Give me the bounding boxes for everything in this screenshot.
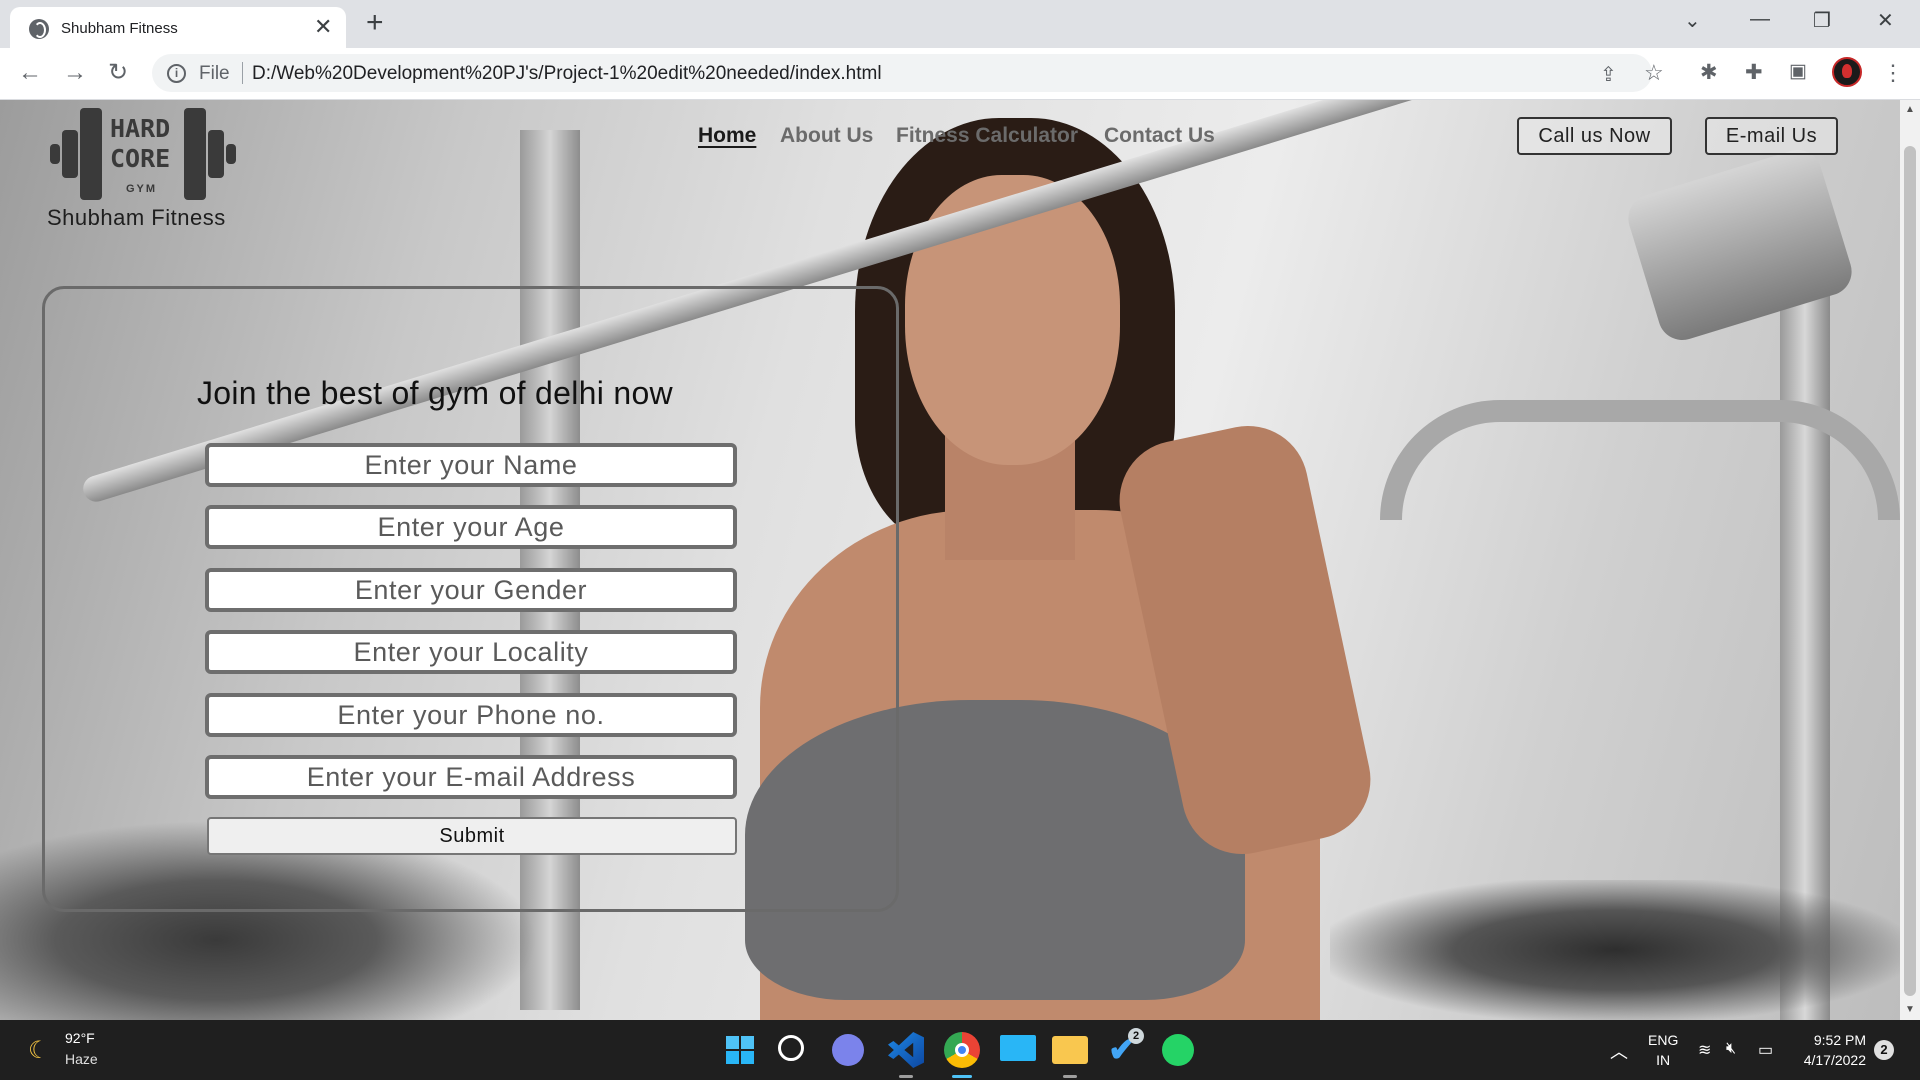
system-clock[interactable]: 9:52 PM 4/17/2022 xyxy=(1796,1030,1866,1070)
share-icon[interactable]: ⇪ xyxy=(1600,62,1617,87)
show-hidden-icons-chevron-icon[interactable]: ︿ xyxy=(1610,1038,1628,1064)
info-icon[interactable]: i xyxy=(167,64,186,83)
call-us-button[interactable]: Call us Now xyxy=(1517,117,1672,155)
dumbbell-plate xyxy=(80,108,102,200)
bookmark-star-icon[interactable]: ☆ xyxy=(1644,60,1664,86)
dumbbell-plate xyxy=(184,108,206,200)
url-text[interactable]: D:/Web%20Development%20PJ's/Project-1%20… xyxy=(252,63,882,85)
address-bar[interactable]: i File D:/Web%20Development%20PJ's/Proje… xyxy=(152,54,1664,92)
email-input[interactable] xyxy=(205,755,737,799)
todo-badge: 2 xyxy=(1128,1028,1144,1044)
page-scrollbar[interactable]: ▲ ▼ xyxy=(1900,100,1920,1020)
logo-gym-text: GYM xyxy=(126,183,158,195)
side-panel-icon[interactable]: ▣ xyxy=(1789,60,1807,83)
teams-chat-icon[interactable] xyxy=(832,1034,864,1066)
windows-start-icon[interactable] xyxy=(722,1032,758,1068)
weather-temperature[interactable]: 92°F xyxy=(65,1030,95,1046)
dumbbell-icon xyxy=(50,144,60,164)
language-code: ENG xyxy=(1648,1032,1679,1048)
back-button[interactable]: ← xyxy=(18,58,42,88)
join-form: Join the best of gym of delhi now Submit xyxy=(42,286,899,912)
gym-machine-arch xyxy=(1380,400,1900,520)
logo-line-hard: HARD xyxy=(110,114,171,143)
nav-link-about-us[interactable]: About Us xyxy=(780,124,873,148)
more-menu-icon[interactable]: ⋮ xyxy=(1882,60,1904,86)
remote-desktop-icon[interactable] xyxy=(1000,1035,1036,1061)
reload-button[interactable]: ↻ xyxy=(108,58,128,88)
browser-tab[interactable]: Shubham Fitness ✕ xyxy=(10,7,346,48)
weather-condition[interactable]: Haze xyxy=(65,1051,98,1067)
tab-title: Shubham Fitness xyxy=(61,20,178,37)
globe-icon xyxy=(29,19,49,39)
chrome-icon[interactable] xyxy=(944,1032,980,1068)
forward-button[interactable]: → xyxy=(63,58,87,88)
dumbbell-plate xyxy=(208,130,224,178)
tab-close-icon[interactable]: ✕ xyxy=(314,15,332,39)
app-active-indicator xyxy=(952,1075,972,1078)
windows-taskbar: ☾ 92°F Haze ✔ 2 ︿ ENG IN ≋ 🔇︎ ▭ 9:52 PM … xyxy=(0,1020,1920,1080)
name-input[interactable] xyxy=(205,443,737,487)
address-scheme-label: File xyxy=(199,63,230,84)
address-separator xyxy=(242,62,243,84)
site-logo[interactable]: HARD CORE GYM xyxy=(50,102,236,200)
logo-line-core: CORE xyxy=(110,144,171,173)
app-running-indicator xyxy=(899,1075,913,1078)
dumbbell-plate xyxy=(62,130,78,178)
scrollbar-thumb[interactable] xyxy=(1904,146,1916,996)
volume-muted-icon[interactable]: 🔇︎ xyxy=(1726,1040,1736,1058)
minimize-button[interactable]: — xyxy=(1750,8,1770,31)
brand-name: Shubham Fitness xyxy=(47,205,226,230)
nav-link-fitness-calculator[interactable]: Fitness Calculator xyxy=(896,124,1078,148)
app-running-indicator xyxy=(1063,1075,1077,1078)
battery-icon[interactable]: ▭ xyxy=(1758,1040,1773,1060)
scroll-up-arrow-icon[interactable]: ▲ xyxy=(1905,104,1915,115)
browser-tabstrip: Shubham Fitness ✕ + ⌄ — ❐ ✕ xyxy=(0,0,1920,48)
age-input[interactable] xyxy=(205,505,737,549)
file-explorer-icon[interactable] xyxy=(1052,1036,1088,1064)
phone-input[interactable] xyxy=(205,693,737,737)
whatsapp-icon[interactable] xyxy=(1162,1034,1194,1066)
email-us-button[interactable]: E-mail Us xyxy=(1705,117,1838,155)
new-tab-button[interactable]: + xyxy=(366,6,384,40)
dumbbell-plate xyxy=(226,144,236,164)
gender-input[interactable] xyxy=(205,568,737,612)
tab-search-chevron-icon[interactable]: ⌄ xyxy=(1684,8,1701,33)
close-window-button[interactable]: ✕ xyxy=(1877,8,1894,33)
clock-date: 4/17/2022 xyxy=(1803,1052,1866,1068)
gym-bench-shadow xyxy=(1330,880,1900,1020)
vscode-icon[interactable] xyxy=(888,1032,924,1068)
input-language[interactable]: ENG IN xyxy=(1648,1030,1678,1070)
scroll-down-arrow-icon[interactable]: ▼ xyxy=(1905,1004,1915,1015)
restore-button[interactable]: ❐ xyxy=(1813,8,1831,33)
bug-extension-icon[interactable]: ✱ xyxy=(1700,60,1718,85)
notification-badge[interactable]: 2 xyxy=(1874,1040,1894,1060)
page-viewport: HARD CORE GYM Shubham Fitness Home About… xyxy=(0,100,1900,1020)
locality-input[interactable] xyxy=(205,630,737,674)
nav-link-contact-us[interactable]: Contact Us xyxy=(1104,124,1215,148)
profile-avatar[interactable] xyxy=(1832,57,1862,87)
nav-link-home[interactable]: Home xyxy=(698,124,756,148)
search-icon[interactable] xyxy=(778,1035,804,1061)
region-code: IN xyxy=(1656,1052,1671,1068)
wifi-icon[interactable]: ≋ xyxy=(1698,1040,1711,1060)
join-form-title: Join the best of gym of delhi now xyxy=(197,375,673,411)
submit-button[interactable]: Submit xyxy=(207,817,737,855)
clock-time: 9:52 PM xyxy=(1813,1032,1866,1048)
browser-toolbar: ← → ↻ i File D:/Web%20Development%20PJ's… xyxy=(0,48,1920,100)
moon-weather-icon[interactable]: ☾ xyxy=(28,1036,50,1065)
puzzle-extensions-icon[interactable]: ✚ xyxy=(1745,60,1763,85)
logo-text: HARD CORE xyxy=(110,114,170,174)
